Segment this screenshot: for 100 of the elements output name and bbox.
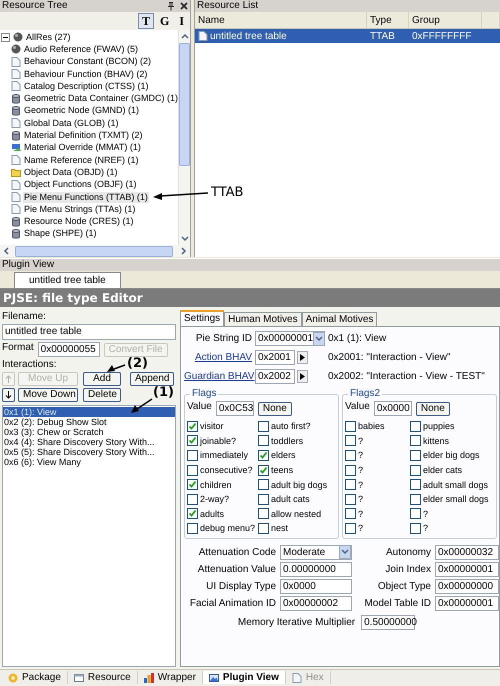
action-button[interactable]: Delete	[83, 388, 121, 402]
tree-item[interactable]: Shape (SHPE) (1)	[23, 228, 98, 240]
checkbox[interactable]	[187, 450, 198, 461]
tree-item[interactable]: Object Functions (OBJF) (1)	[23, 179, 138, 190]
value-field[interactable]: 0x0C53	[216, 401, 254, 416]
tree-item[interactable]: AllRes (27)	[25, 32, 72, 43]
tree-item[interactable]: Material Override (MMAT) (1)	[23, 142, 142, 154]
text-field[interactable]: 0.50000000	[361, 614, 416, 630]
value-field[interactable]: 0x2002	[255, 369, 295, 384]
checkbox[interactable]	[187, 479, 198, 490]
format-field[interactable]: 0x00000055	[38, 342, 100, 357]
tab[interactable]: Wrapper	[138, 671, 203, 684]
none-button[interactable]: None	[258, 402, 292, 416]
horizontal-scrollbar[interactable]	[0, 245, 190, 257]
checkbox[interactable]	[258, 435, 270, 446]
checkbox[interactable]	[410, 435, 421, 446]
checkbox[interactable]	[187, 435, 198, 446]
column-header[interactable]: Group	[409, 12, 482, 28]
tree-item[interactable]: Name Reference (NREF) (1)	[23, 154, 140, 166]
table-row[interactable]: untitled tree table TTAB 0xFFFFFFFF	[195, 29, 500, 43]
checkbox[interactable]	[187, 494, 198, 505]
text-field[interactable]: 0x0000	[280, 578, 352, 594]
checkbox[interactable]	[345, 522, 356, 534]
scrollbar-thumb[interactable]	[179, 43, 190, 166]
text-field[interactable]: 0x00000002	[280, 596, 352, 611]
checkbox[interactable]	[410, 420, 421, 432]
checkbox[interactable]	[345, 479, 356, 490]
value-field[interactable]: 0x0000	[374, 401, 412, 416]
checkbox[interactable]	[410, 450, 421, 461]
filename-field[interactable]: untitled tree table	[2, 324, 176, 340]
value-field[interactable]: 0x2001	[255, 350, 295, 365]
tree-item[interactable]: Audio Reference (FWAV) (5)	[23, 44, 140, 55]
tree-item[interactable]: Catalog Description (CTSS) (1)	[23, 80, 150, 92]
column-header[interactable]: Name	[195, 12, 367, 28]
tree-item[interactable]: Geometric Node (GMND) (1)	[23, 105, 140, 116]
checkbox[interactable]	[258, 464, 270, 476]
checkbox[interactable]	[410, 464, 421, 476]
tree-item[interactable]: Pie Menu Functions (TTAB) (1)	[23, 192, 149, 202]
checkbox[interactable]	[258, 450, 270, 461]
action-button[interactable]: Move Down	[18, 388, 78, 402]
tree-item[interactable]: Geometric Data Container (GMDC) (1)	[23, 93, 178, 104]
action-button[interactable]: Append	[130, 372, 174, 386]
text-field[interactable]: 0x00000001	[435, 562, 499, 577]
checkbox[interactable]	[258, 508, 270, 520]
checkbox[interactable]	[187, 508, 198, 520]
tree-item[interactable]: Pie Menu Strings (TTAs) (1)	[23, 204, 136, 215]
checkbox[interactable]	[410, 494, 421, 505]
list-item[interactable]: 0x1 (1): View	[3, 407, 175, 417]
checkbox[interactable]	[258, 494, 270, 505]
pie-string-dropdown[interactable]: 0x00000001	[255, 331, 325, 346]
checkbox[interactable]	[187, 464, 198, 476]
dropdown[interactable]: Moderate	[280, 544, 352, 560]
checkbox[interactable]	[410, 522, 421, 534]
tab[interactable]: Resource	[68, 671, 138, 684]
tree-item[interactable]: Global Data (GLOB) (1)	[23, 118, 120, 129]
list-item[interactable]: 0x2 (2): Debug Show Slot	[3, 417, 175, 427]
checkbox[interactable]	[345, 420, 356, 432]
checkbox[interactable]	[345, 494, 356, 505]
view-toggle-button[interactable]: I	[175, 13, 188, 29]
tab[interactable]: Human Motives	[224, 312, 302, 326]
go-button[interactable]	[297, 370, 308, 383]
checkbox[interactable]	[410, 508, 421, 520]
vertical-scrollbar[interactable]	[178, 30, 190, 245]
column-header[interactable]: Type	[367, 12, 409, 28]
list-item[interactable]: 0x5 (5): Share Discovery Story With...	[3, 447, 175, 457]
checkbox[interactable]	[187, 522, 198, 534]
view-toggle-button[interactable]: T	[138, 13, 154, 29]
link[interactable]: Action BHAV	[184, 352, 252, 363]
tree-item[interactable]: Material Definition (TXMT) (2)	[23, 130, 144, 142]
list-item[interactable]: 0x4 (4): Share Discovery Story With...	[3, 437, 175, 447]
none-button[interactable]: None	[416, 402, 450, 416]
checkbox[interactable]	[258, 420, 270, 432]
action-button[interactable]: Add	[83, 372, 121, 386]
checkbox[interactable]	[345, 435, 356, 446]
tab[interactable]: Animal Motives	[302, 312, 378, 326]
tree-item[interactable]: Behaviour Constant (BCON) (2)	[23, 56, 152, 68]
view-toggle-button[interactable]: G	[156, 13, 174, 29]
text-field[interactable]: 0x00000032	[435, 544, 499, 560]
checkbox[interactable]	[345, 450, 356, 461]
checkbox[interactable]	[258, 479, 270, 490]
tree-item[interactable]: Behaviour Function (BHAV) (2)	[23, 68, 148, 80]
tab[interactable]: Settings	[180, 310, 224, 326]
list-item[interactable]: 0x3 (3): Chew or Scratch	[3, 427, 175, 437]
checkbox[interactable]	[345, 464, 356, 476]
go-button[interactable]	[297, 351, 308, 364]
move-down-button[interactable]	[2, 388, 15, 402]
document-tab[interactable]: untitled tree table	[14, 272, 121, 288]
tab[interactable]: Package	[2, 671, 68, 684]
tree-item[interactable]: Object Data (OBJD) (1)	[23, 166, 119, 178]
tab[interactable]: Plugin View	[202, 671, 286, 684]
list-item[interactable]: 0x6 (6): View Many	[3, 457, 175, 467]
text-field[interactable]: 0x00000001	[435, 596, 499, 611]
tree-item[interactable]: Resource Node (CRES) (1)	[23, 216, 135, 228]
scrollbar-thumb[interactable]	[15, 246, 173, 256]
link[interactable]: Guardian BHAV	[184, 371, 252, 382]
text-field[interactable]: 0x00000000	[435, 578, 499, 594]
checkbox[interactable]	[258, 522, 270, 534]
text-field[interactable]: 0.00000000	[280, 562, 352, 577]
checkbox[interactable]	[345, 508, 356, 520]
checkbox[interactable]	[187, 420, 198, 432]
